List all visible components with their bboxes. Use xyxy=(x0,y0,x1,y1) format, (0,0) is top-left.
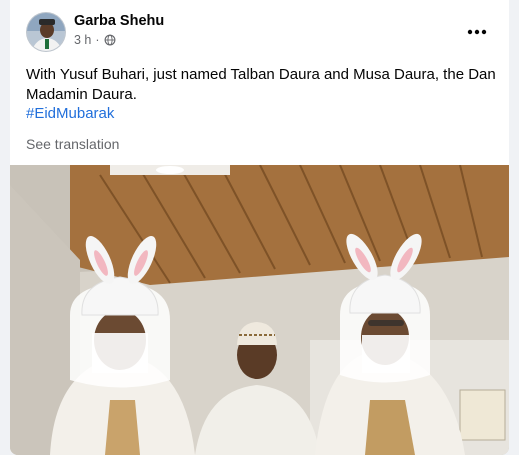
more-options-icon xyxy=(467,29,487,35)
see-translation-link[interactable]: See translation xyxy=(26,136,119,152)
more-options-button[interactable] xyxy=(461,16,493,48)
post-photo[interactable] xyxy=(10,165,509,455)
post-meta: 3 h · xyxy=(74,33,116,47)
hashtag-link[interactable]: #EidMubarak xyxy=(26,105,114,122)
meta-separator: · xyxy=(95,33,100,47)
globe-icon[interactable] xyxy=(104,34,116,46)
photo-image xyxy=(10,165,509,455)
avatar-image xyxy=(27,13,65,51)
post-card: Garba Shehu 3 h · With Yusuf Buhari, jus… xyxy=(10,0,509,455)
post-header: Garba Shehu 3 h · xyxy=(26,12,497,52)
post-time[interactable]: 3 h xyxy=(74,33,91,47)
post-text: With Yusuf Buhari, just named Talban Dau… xyxy=(26,66,496,103)
author-name[interactable]: Garba Shehu xyxy=(74,13,164,29)
author-avatar[interactable] xyxy=(26,12,66,52)
